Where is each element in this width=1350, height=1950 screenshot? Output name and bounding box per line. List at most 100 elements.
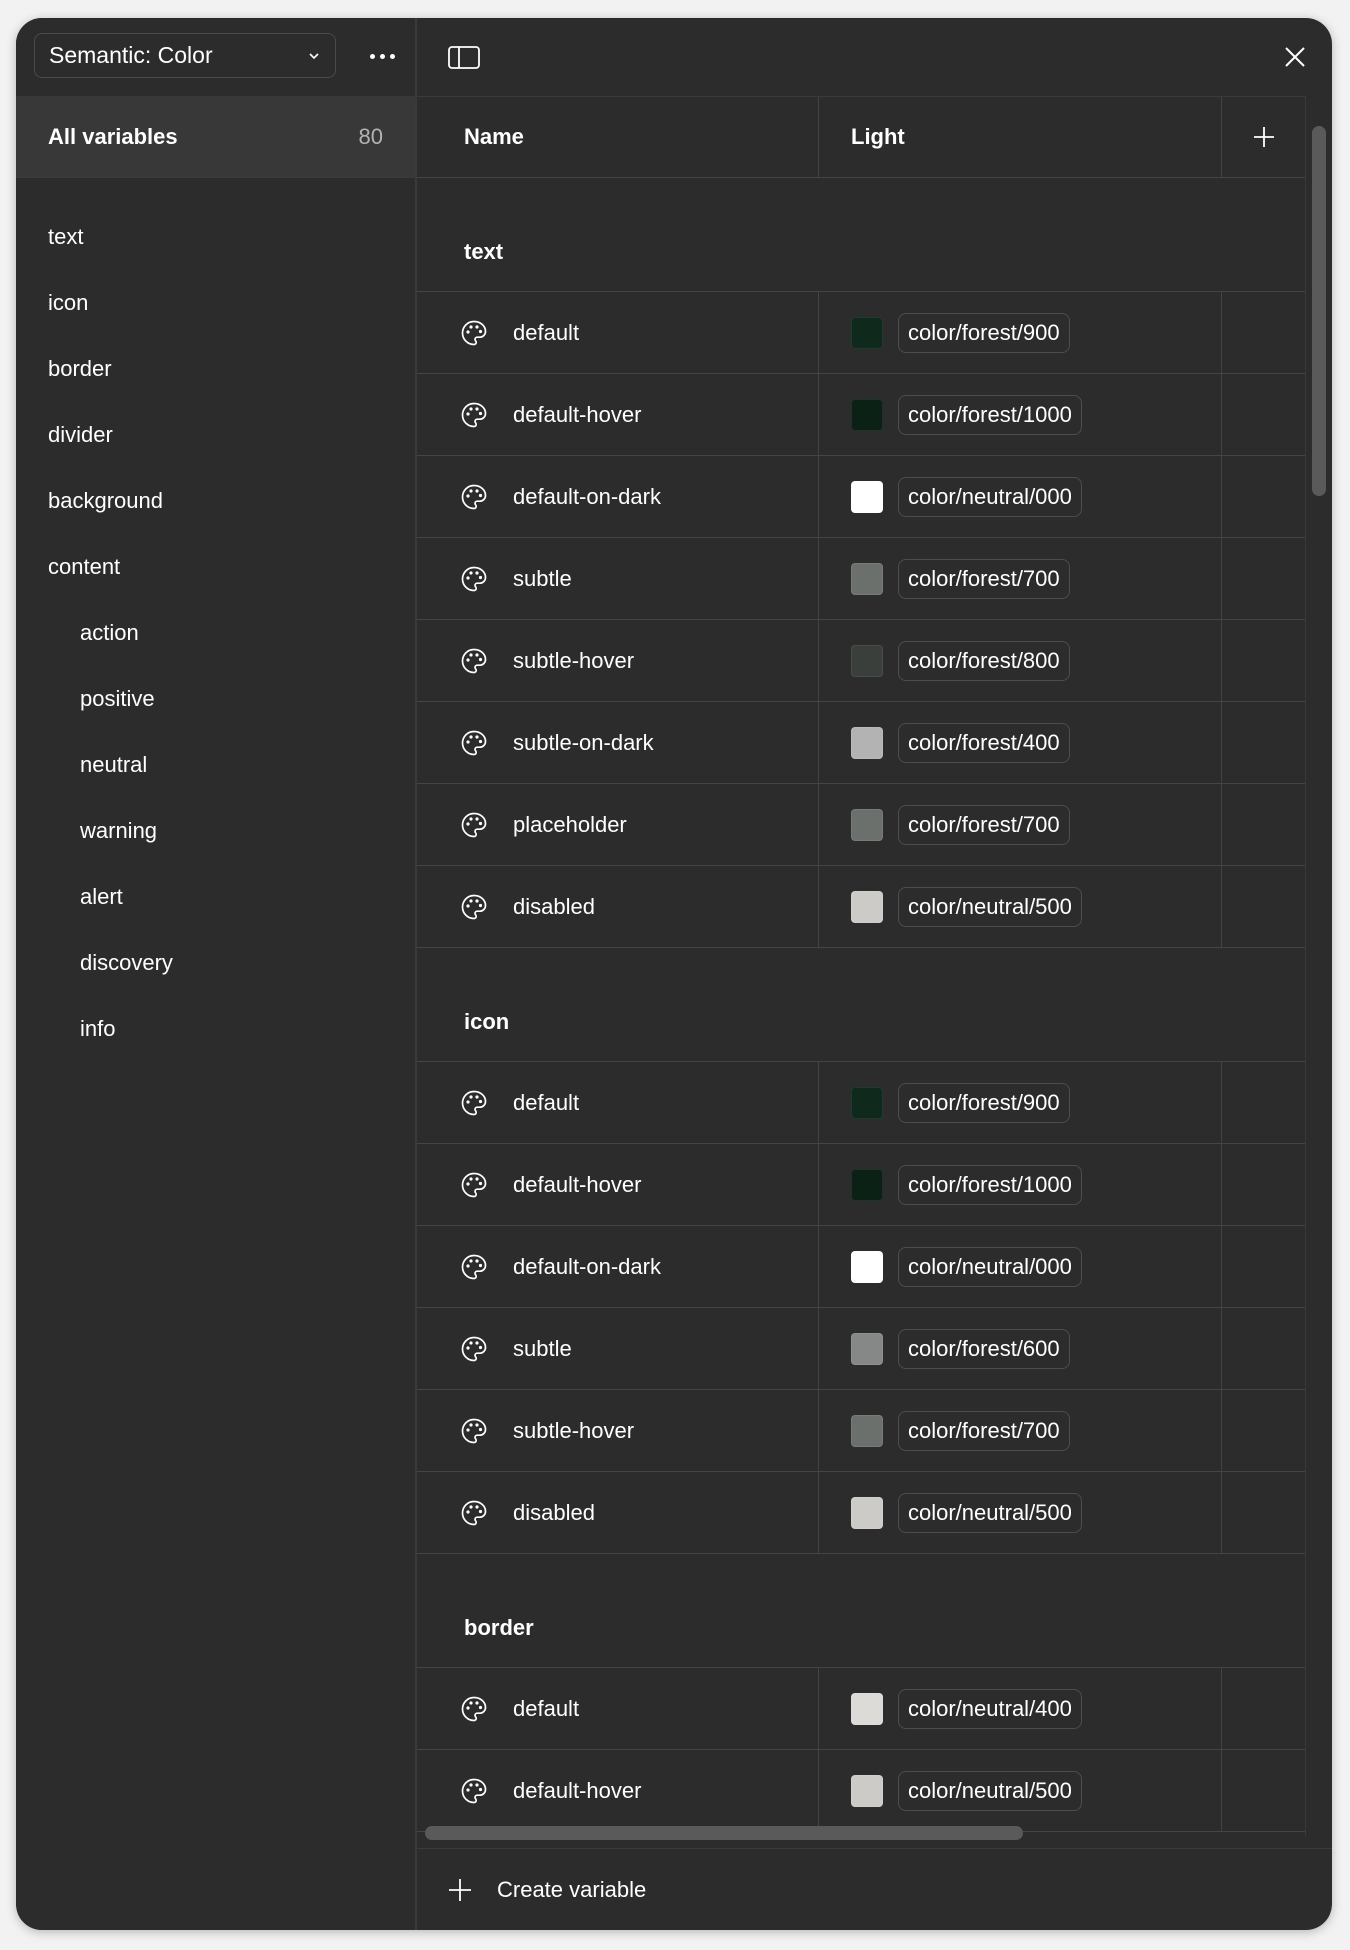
alias-pill[interactable]: color/forest/900 bbox=[898, 1082, 1070, 1123]
vertical-scrollbar[interactable] bbox=[1312, 126, 1326, 496]
all-variables-label: All variables bbox=[48, 124, 178, 149]
sidebar-item-neutral[interactable]: neutral bbox=[16, 732, 415, 798]
alias-pill[interactable]: color/forest/700 bbox=[898, 1410, 1070, 1451]
alias-pill[interactable]: color/forest/1000 bbox=[898, 1164, 1082, 1205]
variable-name[interactable]: disabled bbox=[513, 894, 595, 920]
color-swatch[interactable] bbox=[851, 316, 883, 349]
alias-pill[interactable]: color/forest/800 bbox=[898, 640, 1070, 681]
color-swatch[interactable] bbox=[851, 1414, 883, 1447]
color-swatch[interactable] bbox=[851, 562, 883, 595]
alias-pill[interactable]: color/neutral/500 bbox=[898, 886, 1082, 927]
table-row[interactable]: default-hover color/forest/1000 bbox=[417, 1144, 1305, 1226]
alias-pill[interactable]: color/neutral/400 bbox=[898, 1688, 1082, 1729]
table-row[interactable]: disabled color/neutral/500 bbox=[417, 866, 1305, 948]
variable-name[interactable]: subtle-hover bbox=[513, 1418, 634, 1444]
table-row[interactable]: subtle color/forest/600 bbox=[417, 1308, 1305, 1390]
color-swatch[interactable] bbox=[851, 1692, 883, 1725]
table-row[interactable]: default-on-dark color/neutral/000 bbox=[417, 456, 1305, 538]
variable-name-cell: default-hover bbox=[417, 1750, 819, 1831]
variable-name[interactable]: default bbox=[513, 1090, 579, 1116]
palette-icon bbox=[459, 400, 489, 430]
alias-pill[interactable]: color/neutral/000 bbox=[898, 1246, 1082, 1287]
color-swatch[interactable] bbox=[851, 398, 883, 431]
alias-pill[interactable]: color/forest/900 bbox=[898, 312, 1070, 353]
alias-pill[interactable]: color/neutral/000 bbox=[898, 476, 1082, 517]
color-swatch[interactable] bbox=[851, 644, 883, 677]
alias-pill[interactable]: color/forest/700 bbox=[898, 804, 1070, 845]
alias-pill[interactable]: color/neutral/500 bbox=[898, 1492, 1082, 1533]
variable-name[interactable]: default-hover bbox=[513, 402, 641, 428]
color-swatch[interactable] bbox=[851, 1250, 883, 1283]
color-swatch[interactable] bbox=[851, 726, 883, 759]
color-swatch[interactable] bbox=[851, 890, 883, 923]
sidebar-item-label: border bbox=[48, 356, 112, 381]
sidebar-item-background[interactable]: background bbox=[16, 468, 415, 534]
variable-name[interactable]: default-on-dark bbox=[513, 484, 661, 510]
sidebar-item-alert[interactable]: alert bbox=[16, 864, 415, 930]
sidebar-item-divider[interactable]: divider bbox=[16, 402, 415, 468]
alias-pill[interactable]: color/forest/400 bbox=[898, 722, 1070, 763]
sidebar-item-warning[interactable]: warning bbox=[16, 798, 415, 864]
alias-pill[interactable]: color/forest/600 bbox=[898, 1328, 1070, 1369]
table-row[interactable]: default-hover color/forest/1000 bbox=[417, 374, 1305, 456]
variable-name-cell: subtle bbox=[417, 538, 819, 619]
color-swatch[interactable] bbox=[851, 1332, 883, 1365]
variable-name-cell: default bbox=[417, 1668, 819, 1749]
alias-pill[interactable]: color/forest/700 bbox=[898, 558, 1070, 599]
close-icon[interactable] bbox=[1280, 42, 1310, 72]
color-swatch[interactable] bbox=[851, 808, 883, 841]
table-row[interactable]: subtle-hover color/forest/700 bbox=[417, 1390, 1305, 1472]
column-header-light[interactable]: Light bbox=[819, 97, 1222, 177]
variable-name[interactable]: subtle bbox=[513, 566, 572, 592]
variable-name[interactable]: subtle bbox=[513, 1336, 572, 1362]
table-row[interactable]: subtle color/forest/700 bbox=[417, 538, 1305, 620]
empty-cell bbox=[1222, 1668, 1305, 1749]
color-swatch[interactable] bbox=[851, 1168, 883, 1201]
sidebar-item-text[interactable]: text bbox=[16, 204, 415, 270]
alias-pill[interactable]: color/forest/1000 bbox=[898, 394, 1082, 435]
sidebar-item-label: text bbox=[48, 224, 84, 249]
sidebar-item-icon[interactable]: icon bbox=[16, 270, 415, 336]
variable-name[interactable]: disabled bbox=[513, 1500, 595, 1526]
variable-name[interactable]: default-hover bbox=[513, 1778, 641, 1804]
table-row[interactable]: subtle-on-dark color/forest/400 bbox=[417, 702, 1305, 784]
sidebar-item-positive[interactable]: positive bbox=[16, 666, 415, 732]
table-row[interactable]: default-hover color/neutral/500 bbox=[417, 1750, 1305, 1832]
table-row[interactable]: default color/forest/900 bbox=[417, 292, 1305, 374]
sidebar-item-info[interactable]: info bbox=[16, 996, 415, 1062]
table-row[interactable]: default-on-dark color/neutral/000 bbox=[417, 1226, 1305, 1308]
alias-pill[interactable]: color/neutral/500 bbox=[898, 1770, 1082, 1811]
table-row[interactable]: default color/forest/900 bbox=[417, 1062, 1305, 1144]
palette-icon bbox=[459, 892, 489, 922]
sidebar-item-discovery[interactable]: discovery bbox=[16, 930, 415, 996]
horizontal-scrollbar[interactable] bbox=[425, 1826, 1023, 1840]
table-row[interactable]: disabled color/neutral/500 bbox=[417, 1472, 1305, 1554]
table-row[interactable]: placeholder color/forest/700 bbox=[417, 784, 1305, 866]
variable-name[interactable]: subtle-on-dark bbox=[513, 730, 654, 756]
variable-name[interactable]: placeholder bbox=[513, 812, 627, 838]
color-swatch[interactable] bbox=[851, 1774, 883, 1807]
more-options-button[interactable] bbox=[362, 40, 402, 72]
sidebar-item-action[interactable]: action bbox=[16, 600, 415, 666]
table-body: text default color/forest/900 default-hover… bbox=[417, 178, 1305, 1832]
create-variable-button[interactable]: Create variable bbox=[417, 1848, 1332, 1930]
sidebar-item-content[interactable]: content bbox=[16, 534, 415, 600]
variable-name[interactable]: default bbox=[513, 1696, 579, 1722]
variable-name[interactable]: subtle-hover bbox=[513, 648, 634, 674]
color-swatch[interactable] bbox=[851, 480, 883, 513]
all-variables-item[interactable]: All variables 80 bbox=[16, 96, 415, 178]
variable-name[interactable]: default-hover bbox=[513, 1172, 641, 1198]
sidebar-toggle-icon[interactable] bbox=[447, 42, 481, 72]
color-swatch[interactable] bbox=[851, 1086, 883, 1119]
variable-name-cell: disabled bbox=[417, 866, 819, 947]
column-header-name[interactable]: Name bbox=[417, 97, 819, 177]
table-row[interactable]: subtle-hover color/forest/800 bbox=[417, 620, 1305, 702]
variable-name[interactable]: default bbox=[513, 320, 579, 346]
color-swatch[interactable] bbox=[851, 1496, 883, 1529]
table-row[interactable]: default color/neutral/400 bbox=[417, 1668, 1305, 1750]
variable-name[interactable]: default-on-dark bbox=[513, 1254, 661, 1280]
sidebar-item-border[interactable]: border bbox=[16, 336, 415, 402]
add-mode-button[interactable] bbox=[1222, 97, 1305, 177]
collection-select[interactable]: Semantic: Color bbox=[34, 33, 336, 78]
more-horizontal-icon bbox=[369, 53, 375, 59]
